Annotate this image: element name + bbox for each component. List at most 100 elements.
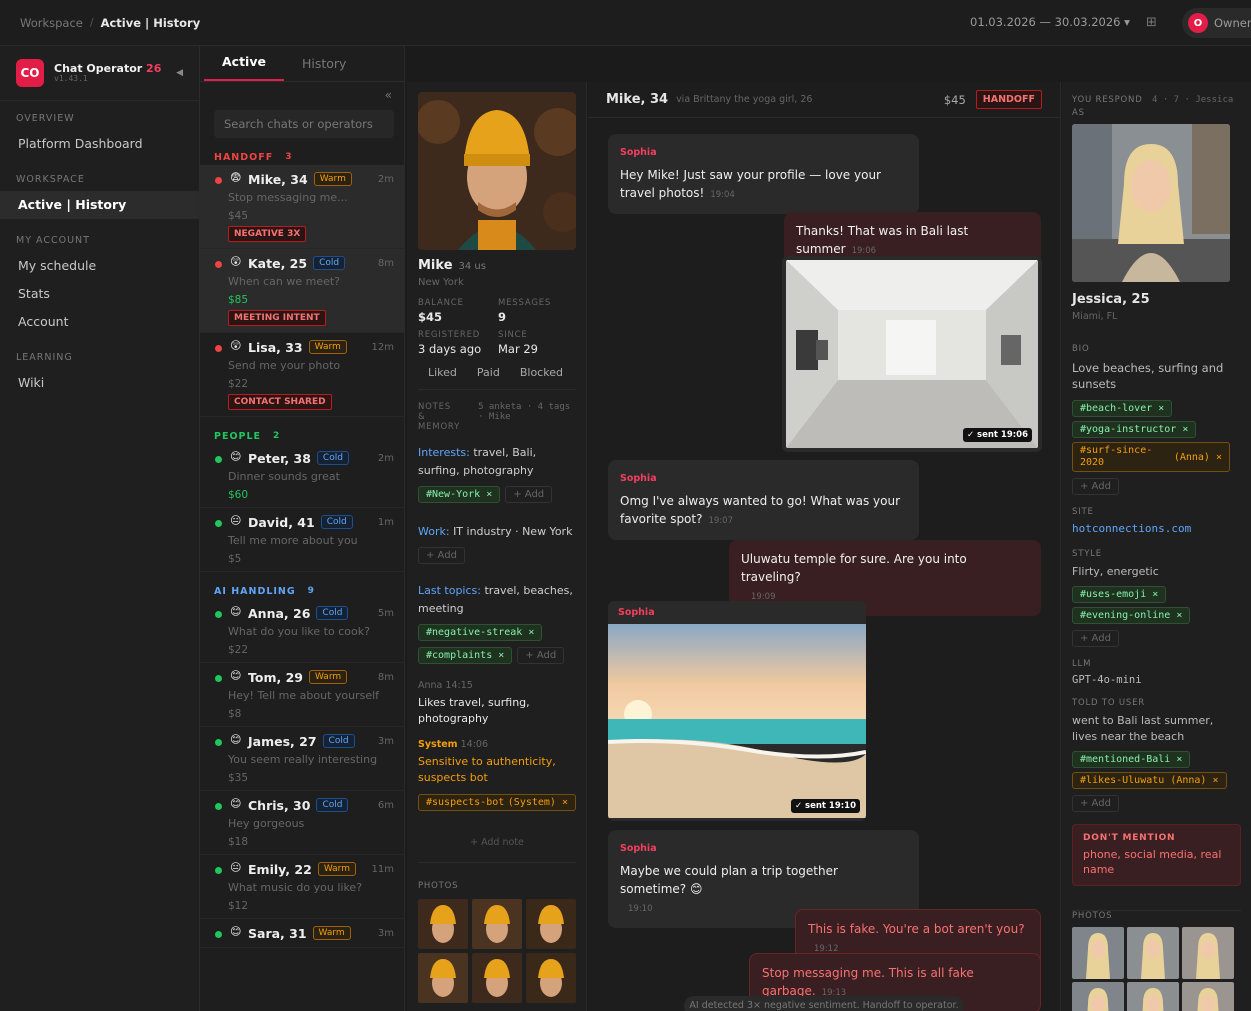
photo-thumbnail[interactable] [1182, 982, 1234, 1011]
persona-photo[interactable] [1072, 124, 1230, 282]
owner-menu[interactable]: O Owner [1182, 8, 1251, 38]
breadcrumb-root[interactable]: Workspace [20, 16, 83, 30]
temperature-tag: Cold [316, 798, 349, 812]
add-tag-button[interactable]: + Add [1072, 478, 1119, 495]
add-tag-button[interactable]: + Add [418, 547, 465, 564]
tab-active[interactable]: Active [204, 54, 284, 81]
tag-yoga-instructor[interactable]: #yoga-instructor × [1072, 421, 1197, 438]
chat-time: 8m [377, 671, 394, 683]
status-dot [215, 520, 222, 527]
note-meta: Anna 14:15 [418, 680, 473, 691]
photo-thumbnail[interactable] [472, 953, 522, 1003]
chat-time: 11m [371, 863, 394, 875]
bio-text: Love beaches, surfing and sunsets [1072, 361, 1224, 391]
temperature-tag: Warm [313, 172, 352, 186]
bio-label: BIO [1072, 344, 1090, 354]
photo-thumbnail[interactable] [418, 899, 468, 949]
sidebar-item-wiki[interactable]: Wiki [0, 369, 199, 397]
photo-thumbnail[interactable] [1072, 982, 1124, 1011]
chat-list-item[interactable]: 😲 Kate, 25 Cold 8m When can we meet? $85 M… [200, 249, 404, 333]
conversation-user: Mike, 34 [606, 92, 669, 107]
persona-photos-label: PHOTOS [1072, 910, 1241, 921]
sentiment-icon: 😊 [230, 669, 242, 682]
tab-history[interactable]: History [284, 56, 364, 81]
sidebar-item-dashboard[interactable]: Platform Dashboard [0, 130, 199, 158]
sidebar-item-active-history[interactable]: Active | History [0, 191, 199, 219]
chat-preview: Stop messaging me... [228, 191, 348, 204]
paid-chip[interactable]: Paid [467, 366, 510, 379]
site-label: SITE [1072, 507, 1094, 517]
blocked-chip[interactable]: Blocked [510, 366, 573, 379]
photo-thumbnail[interactable] [526, 953, 576, 1003]
sentiment-icon: 😐 [230, 861, 242, 874]
tag-mentioned-bali[interactable]: #mentioned-Bali × [1072, 751, 1191, 768]
photo-thumbnail[interactable] [418, 953, 468, 1003]
date-range-value: 01.03.2026 — 30.03.2026 [970, 15, 1121, 29]
temperature-tag: Warm [317, 862, 356, 876]
liked-chip[interactable]: Liked [418, 366, 467, 379]
tag-suspects-bot[interactable]: #suspects-bot (System) × [418, 794, 576, 811]
tag-new-york[interactable]: #New-York × [418, 486, 501, 503]
tag-complaints[interactable]: #complaints × [418, 647, 513, 664]
chat-amount: $22 [228, 378, 249, 390]
collapse-sidebar-icon[interactable]: ◀ [176, 68, 183, 78]
persona-photo-grid [1072, 927, 1241, 1011]
photo-thumbnail[interactable] [472, 899, 522, 949]
status-dot [215, 803, 222, 810]
chat-list-item[interactable]: 😨 Mike, 34 Warm 2m Stop messaging me... $4… [200, 165, 404, 249]
profile-photo[interactable] [418, 92, 576, 250]
tag-evening-online[interactable]: #evening-online × [1072, 607, 1191, 624]
chat-time: 8m [377, 257, 394, 269]
photo-thumbnail[interactable] [526, 899, 576, 949]
sidebar-item-stats[interactable]: Stats [0, 280, 199, 308]
chat-list-item[interactable]: 😊 Anna, 26 Cold 5m What do you like to coo… [200, 599, 404, 663]
date-range-picker[interactable]: 01.03.2026 — 30.03.2026 ▾ [970, 15, 1130, 29]
grid-icon[interactable]: ⊞ [1146, 15, 1157, 30]
add-tag-button[interactable]: + Add [1072, 630, 1119, 647]
add-tag-button[interactable]: + Add [517, 647, 565, 664]
chat-list-item[interactable]: 😐 Emily, 22 Warm 11m What music do you lik… [200, 855, 404, 919]
gallery-image-message[interactable]: ✓ sent 19:06 [782, 256, 1042, 452]
photo-thumbnail[interactable] [1127, 927, 1179, 979]
add-note-button[interactable]: + Add note [418, 837, 576, 848]
group-ai-handling: AI HANDLING 9 [214, 586, 315, 597]
status-dot [215, 867, 222, 874]
respond-as-header: YOU RESPOND AS 4 · 7 · Jessica [1072, 95, 1234, 118]
chat-time: 2m [377, 173, 394, 185]
stat-value: $45 [418, 310, 443, 324]
message-incoming: Sophia Omg I've always wanted to go! Wha… [608, 460, 919, 540]
chat-amount: $60 [228, 489, 249, 501]
photo-thumbnail[interactable] [1072, 927, 1124, 979]
chat-amount: $8 [228, 708, 242, 720]
chat-list-item[interactable]: 😐 David, 41 Cold 1m Tell me more about you… [200, 508, 404, 572]
site-link[interactable]: hotconnections.com [1072, 522, 1241, 535]
chat-amount: $5 [228, 553, 242, 565]
chat-amount: $85 [228, 294, 249, 306]
owner-label: Owner [1214, 16, 1251, 30]
tag-surf-since-2020[interactable]: #surf-since-2020 (Anna) × [1072, 442, 1230, 472]
chat-list-item[interactable]: 😊 Chris, 30 Cold 6m Hey gorgeous $18 [200, 791, 404, 855]
photo-thumbnail[interactable] [1182, 927, 1234, 979]
photo-thumbnail[interactable] [1127, 982, 1179, 1011]
chat-time: 12m [371, 341, 394, 353]
chat-list-item[interactable]: 😊 Peter, 38 Cold 2m Dinner sounds great $6… [200, 444, 404, 508]
tag-uses-emoji[interactable]: #uses-emoji × [1072, 586, 1167, 603]
search-input[interactable]: Search chats or operators [214, 110, 394, 138]
chat-preview: When can we meet? [228, 275, 341, 288]
sentiment-icon: 😊 [230, 733, 242, 746]
add-tag-button[interactable]: + Add [1072, 795, 1119, 812]
chat-list-item[interactable]: 😊 Tom, 29 Warm 8m Hey! Tell me about yours… [200, 663, 404, 727]
add-tag-button[interactable]: + Add [505, 486, 553, 503]
tag-negative-streak[interactable]: #negative-streak × [418, 624, 543, 641]
beach-image-message[interactable]: Sophia ✓ sent 19:10 [608, 601, 866, 821]
stat-value: Mar 29 [498, 342, 538, 356]
chat-amount: $22 [228, 644, 249, 656]
chat-list-item[interactable]: 😊 Sara, 31 Warm 3m [200, 919, 404, 948]
chat-list-item[interactable]: 😊 James, 27 Cold 3m You seem really intere… [200, 727, 404, 791]
sidebar-item-schedule[interactable]: My schedule [0, 252, 199, 280]
collapse-list-icon[interactable]: « [385, 88, 392, 102]
tag-beach-lover[interactable]: #beach-lover × [1072, 400, 1173, 417]
sidebar-item-account[interactable]: Account [0, 308, 199, 336]
chat-list-item[interactable]: 😲 Lisa, 33 Warm 12m Send me your photo $22… [200, 333, 404, 417]
tag-likes-uluwatu[interactable]: #likes-Uluwatu (Anna) × [1072, 772, 1227, 789]
